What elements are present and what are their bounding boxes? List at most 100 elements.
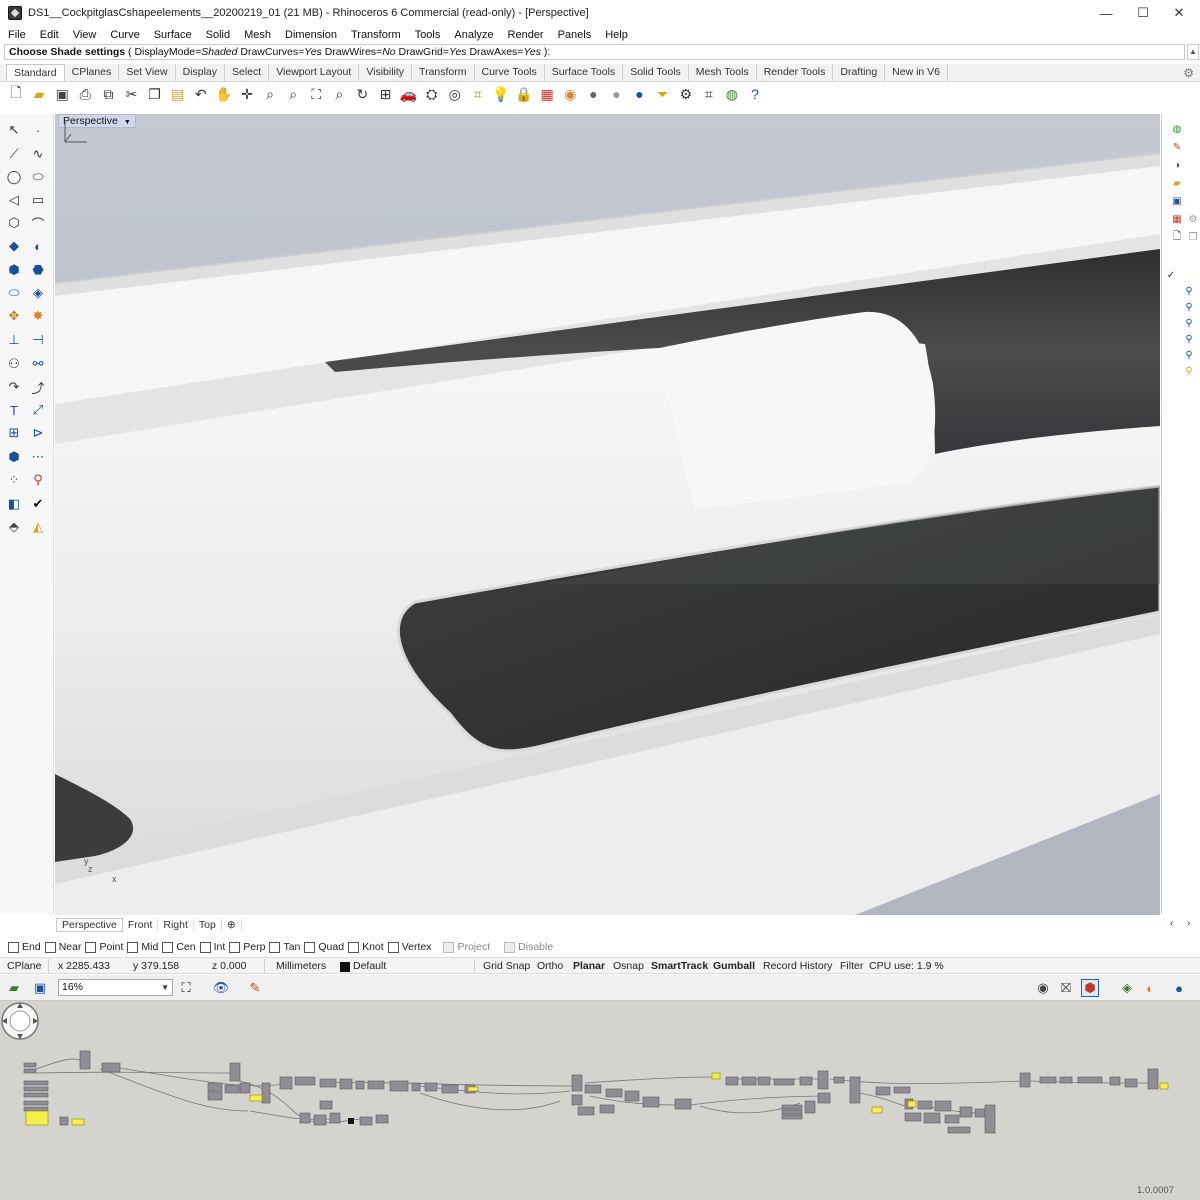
solid-icon[interactable]: ⬢ [4, 447, 24, 467]
menu-tools[interactable]: Tools [415, 29, 441, 41]
light-bulb-6-icon[interactable]: ⚲ [1182, 364, 1196, 378]
materials-panel-icon[interactable]: ▦ [1170, 212, 1184, 226]
option-curves-value[interactable]: Yes [304, 46, 322, 58]
cplane-icon[interactable]: ⛭ [422, 84, 442, 104]
gh-save-icon[interactable]: ▣ [31, 979, 49, 997]
osnap-point[interactable]: Point [85, 941, 123, 953]
pan-icon[interactable]: ✋ [214, 84, 234, 104]
option-wires-value[interactable]: No [382, 46, 395, 58]
text-icon[interactable]: T [4, 400, 24, 420]
blend-icon[interactable]: ⤴ [28, 377, 48, 397]
tab-curve-tools[interactable]: Curve Tools [475, 64, 545, 81]
light-bulb-4-icon[interactable]: ⚲ [1182, 332, 1196, 346]
zoom-icon[interactable]: ⌕ [260, 84, 280, 104]
help-panel-icon[interactable]: ▣ [1170, 194, 1184, 208]
tab-viewport-layout[interactable]: Viewport Layout [269, 64, 360, 81]
tab-transform[interactable]: Transform [412, 64, 475, 81]
color-wheel-icon[interactable]: ◉ [560, 84, 580, 104]
menu-render[interactable]: Render [508, 29, 544, 41]
gh-shaded-preview-icon[interactable]: ⬢ [1081, 979, 1099, 997]
light-bulb-5-icon[interactable]: ⚲ [1182, 348, 1196, 362]
revolve-icon[interactable]: ◐ [28, 236, 48, 256]
document-icon[interactable]: 🗋 [1170, 230, 1184, 244]
option-curves-label[interactable]: DrawCurves= [237, 46, 304, 58]
tabs-right-arrow-icon[interactable]: › [1187, 918, 1190, 929]
gh-sphere-icon[interactable]: ● [1170, 979, 1188, 997]
viewport-tab-perspective[interactable]: Perspective [56, 918, 123, 932]
osnap-perp-checkbox[interactable] [229, 941, 241, 953]
osnap-point-checkbox[interactable] [85, 941, 97, 953]
funnel-icon[interactable]: ⏷ [653, 84, 673, 104]
check-icon[interactable]: ✔ [28, 494, 48, 514]
extrude-icon[interactable]: ⬭ [4, 283, 24, 303]
osnap-near[interactable]: Near [44, 941, 81, 953]
option-grid-value[interactable]: Yes [449, 46, 467, 58]
import-icon[interactable]: ⧉ [98, 84, 118, 104]
menu-edit[interactable]: Edit [40, 29, 59, 41]
viewport-tab-right[interactable]: Right [158, 919, 194, 931]
osnap-tan[interactable]: Tan [269, 941, 300, 953]
analyze-icon[interactable]: ◧ [4, 494, 24, 514]
materials-icon[interactable]: ▦ [537, 84, 557, 104]
osnap-end[interactable]: End [8, 941, 41, 953]
tabs-left-arrow-icon[interactable]: ‹ [1170, 918, 1173, 929]
rotate-view-icon[interactable]: ✛ [237, 84, 257, 104]
menu-solid[interactable]: Solid [206, 29, 230, 41]
boolean-icon[interactable]: ⬣ [28, 260, 48, 280]
polygon-icon[interactable]: ⬡ [4, 213, 24, 233]
arc-icon[interactable]: ◁ [4, 190, 24, 210]
osnap-end-checkbox[interactable] [8, 941, 19, 953]
curve-icon[interactable]: ∿ [28, 144, 48, 164]
zoom-window-icon[interactable]: ⌕ [283, 84, 303, 104]
osnap-cen[interactable]: Cen [162, 941, 196, 953]
light-bulb-1-icon[interactable]: ⚲ [1182, 284, 1196, 298]
option-display-mode[interactable]: Shaded [201, 46, 237, 58]
light-bulb-2-icon[interactable]: ⚲ [1182, 300, 1196, 314]
grasshopper-canvas[interactable]: 1.0.0007 [0, 1001, 1200, 1200]
command-line[interactable]: Choose Shade settings ( DisplayMode=Shad… [4, 44, 1185, 60]
osnap-near-checkbox[interactable] [44, 941, 56, 953]
layer-icon[interactable]: ⬘ [4, 517, 24, 537]
menu-transform[interactable]: Transform [351, 29, 401, 41]
offset-icon[interactable]: ↷ [4, 377, 24, 397]
four-viewports-icon[interactable]: ⊞ [376, 84, 396, 104]
snap-icon[interactable]: ⌗ [468, 84, 488, 104]
gh-open-icon[interactable]: ▰ [5, 979, 23, 997]
transform-icon[interactable]: ✥ [4, 306, 24, 326]
ellipse-tool-icon[interactable]: ⬭ [28, 167, 48, 187]
box-icon[interactable]: ⬢ [4, 260, 24, 280]
polyline-icon[interactable]: ⟋ [4, 144, 24, 164]
display-icon[interactable]: ◑ [1170, 158, 1184, 172]
lock-icon[interactable]: 🔒 [514, 84, 534, 104]
point-grid-icon[interactable]: ⁘ [4, 470, 24, 490]
tabs-gear-icon[interactable]: ⚙ [1183, 66, 1194, 80]
cut-icon[interactable]: ✂ [121, 84, 141, 104]
properties-icon[interactable]: ◍ [1170, 122, 1184, 136]
osnap-project-checkbox[interactable] [443, 941, 455, 953]
help-icon[interactable]: ? [745, 84, 765, 104]
option-grid-label[interactable]: DrawGrid= [396, 46, 449, 58]
checkmark-icon[interactable]: ✓ [1164, 268, 1178, 282]
command-scroll-button[interactable]: ▲ [1187, 44, 1199, 60]
gh-preview-mode-icon[interactable]: ◉ [1034, 979, 1052, 997]
osnap-int[interactable]: Int [199, 941, 225, 953]
tab-mesh-tools[interactable]: Mesh Tools [689, 64, 757, 81]
add-viewport-tab-icon[interactable]: ⊕ [222, 919, 242, 931]
menu-panels[interactable]: Panels [558, 29, 592, 41]
fillet-icon[interactable]: ⌒ [28, 213, 48, 233]
smarttrack-toggle[interactable]: SmartTrack [651, 960, 708, 972]
gumball-toggle[interactable]: Gumball [713, 960, 755, 972]
tab-new-in-v6[interactable]: New in V6 [885, 64, 949, 81]
osnap-vertex[interactable]: Vertex [387, 941, 431, 953]
osnap-tan-checkbox[interactable] [269, 941, 281, 953]
tab-solid-tools[interactable]: Solid Tools [623, 64, 689, 81]
osnap-int-checkbox[interactable] [199, 941, 211, 953]
array-icon[interactable]: ⊞ [4, 423, 24, 443]
option-axes-label[interactable]: DrawAxes= [467, 46, 523, 58]
rendered-sphere-icon[interactable]: ● [606, 84, 626, 104]
folder-icon[interactable]: ▰ [1170, 176, 1184, 190]
osnap-perp[interactable]: Perp [229, 941, 265, 953]
trim-icon[interactable]: ⊥ [4, 330, 24, 350]
section-icon[interactable]: ⋯ [28, 447, 48, 467]
print-icon[interactable]: ⎙ [75, 84, 95, 104]
